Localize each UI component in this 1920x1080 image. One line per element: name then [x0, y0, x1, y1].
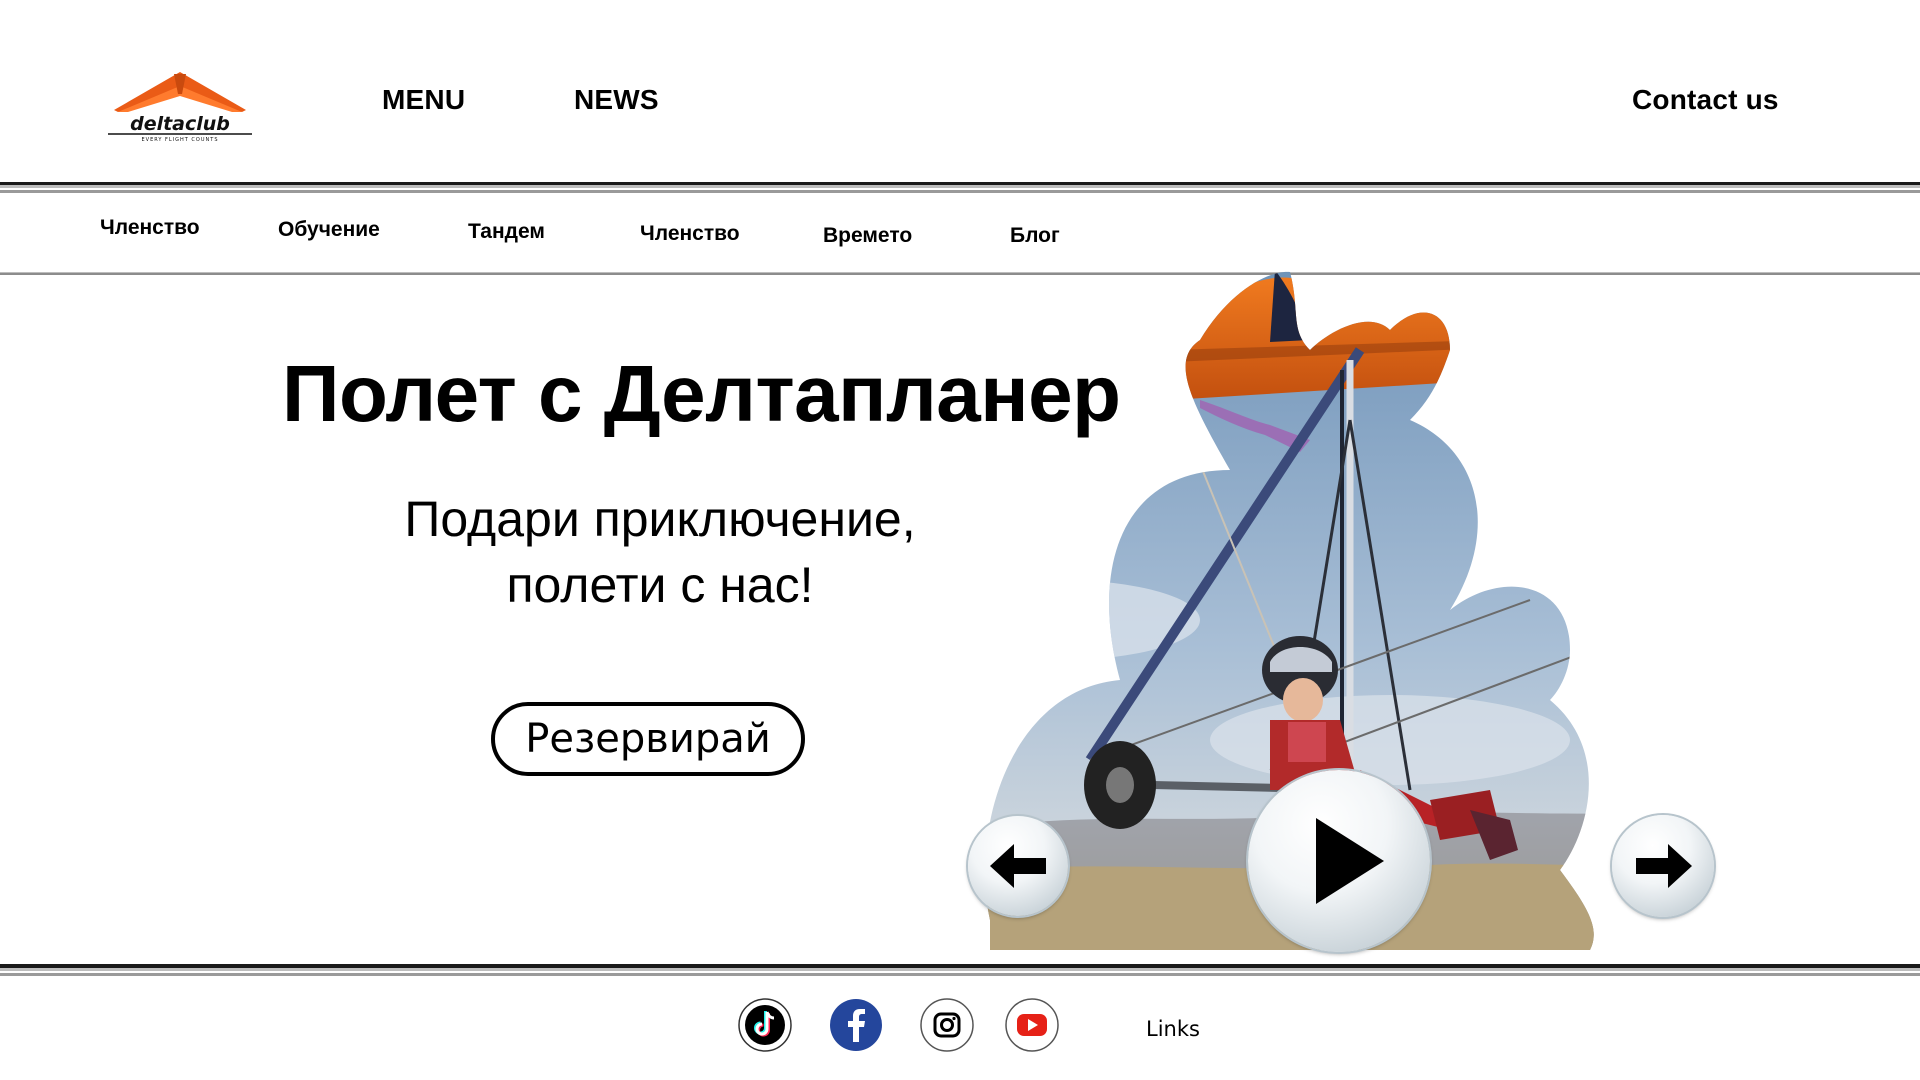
instagram-icon	[920, 998, 974, 1052]
links-label[interactable]: Links	[1146, 1017, 1200, 1041]
facebook-icon	[830, 999, 882, 1051]
next-slide-button[interactable]	[1612, 815, 1714, 917]
contact-us-link[interactable]: Contact us	[1632, 84, 1779, 116]
header-divider	[0, 182, 1920, 194]
arrow-left-icon	[990, 844, 1046, 888]
instagram-link[interactable]	[920, 998, 974, 1052]
arrow-right-icon	[1636, 844, 1692, 888]
subnav-item-blog[interactable]: Блог	[1010, 224, 1060, 248]
hang-glider-logo-icon: deltaclub EVERY FLIGHT COUNTS	[108, 72, 252, 142]
tiktok-link[interactable]	[738, 998, 792, 1052]
reserve-button[interactable]: Резервирай	[491, 702, 805, 776]
subnav-item-membership-2[interactable]: Членство	[640, 222, 740, 246]
subnav-item-training[interactable]: Обучение	[278, 218, 380, 242]
footer-divider	[0, 964, 1920, 976]
news-link[interactable]: NEWS	[574, 84, 659, 116]
youtube-link[interactable]	[1005, 998, 1059, 1052]
facebook-link[interactable]	[829, 998, 883, 1052]
svg-text:EVERY FLIGHT COUNTS: EVERY FLIGHT COUNTS	[141, 137, 218, 142]
hero-subtitle-line-2: полети с нас!	[506, 557, 814, 613]
menu-link[interactable]: MENU	[382, 84, 465, 116]
play-icon	[1316, 818, 1384, 904]
deltaclub-logo[interactable]: deltaclub EVERY FLIGHT COUNTS	[104, 66, 256, 142]
svg-text:deltaclub: deltaclub	[130, 113, 230, 135]
previous-slide-button[interactable]	[968, 816, 1068, 916]
hero-subtitle: Подари приключение, полети с нас!	[320, 486, 1000, 618]
youtube-icon	[1005, 998, 1059, 1052]
secondary-nav: Членство Обучение Тандем Членство Времет…	[0, 196, 1920, 272]
hero-subtitle-line-1: Подари приключение,	[404, 491, 916, 547]
subnav-item-tandem[interactable]: Тандем	[468, 220, 545, 244]
site-header: deltaclub EVERY FLIGHT COUNTS MENU NEWS …	[0, 0, 1920, 183]
tiktok-icon	[738, 998, 792, 1052]
subnav-item-membership[interactable]: Членство	[100, 216, 200, 240]
play-button[interactable]	[1248, 770, 1430, 952]
subnav-item-weather[interactable]: Времето	[823, 224, 912, 248]
